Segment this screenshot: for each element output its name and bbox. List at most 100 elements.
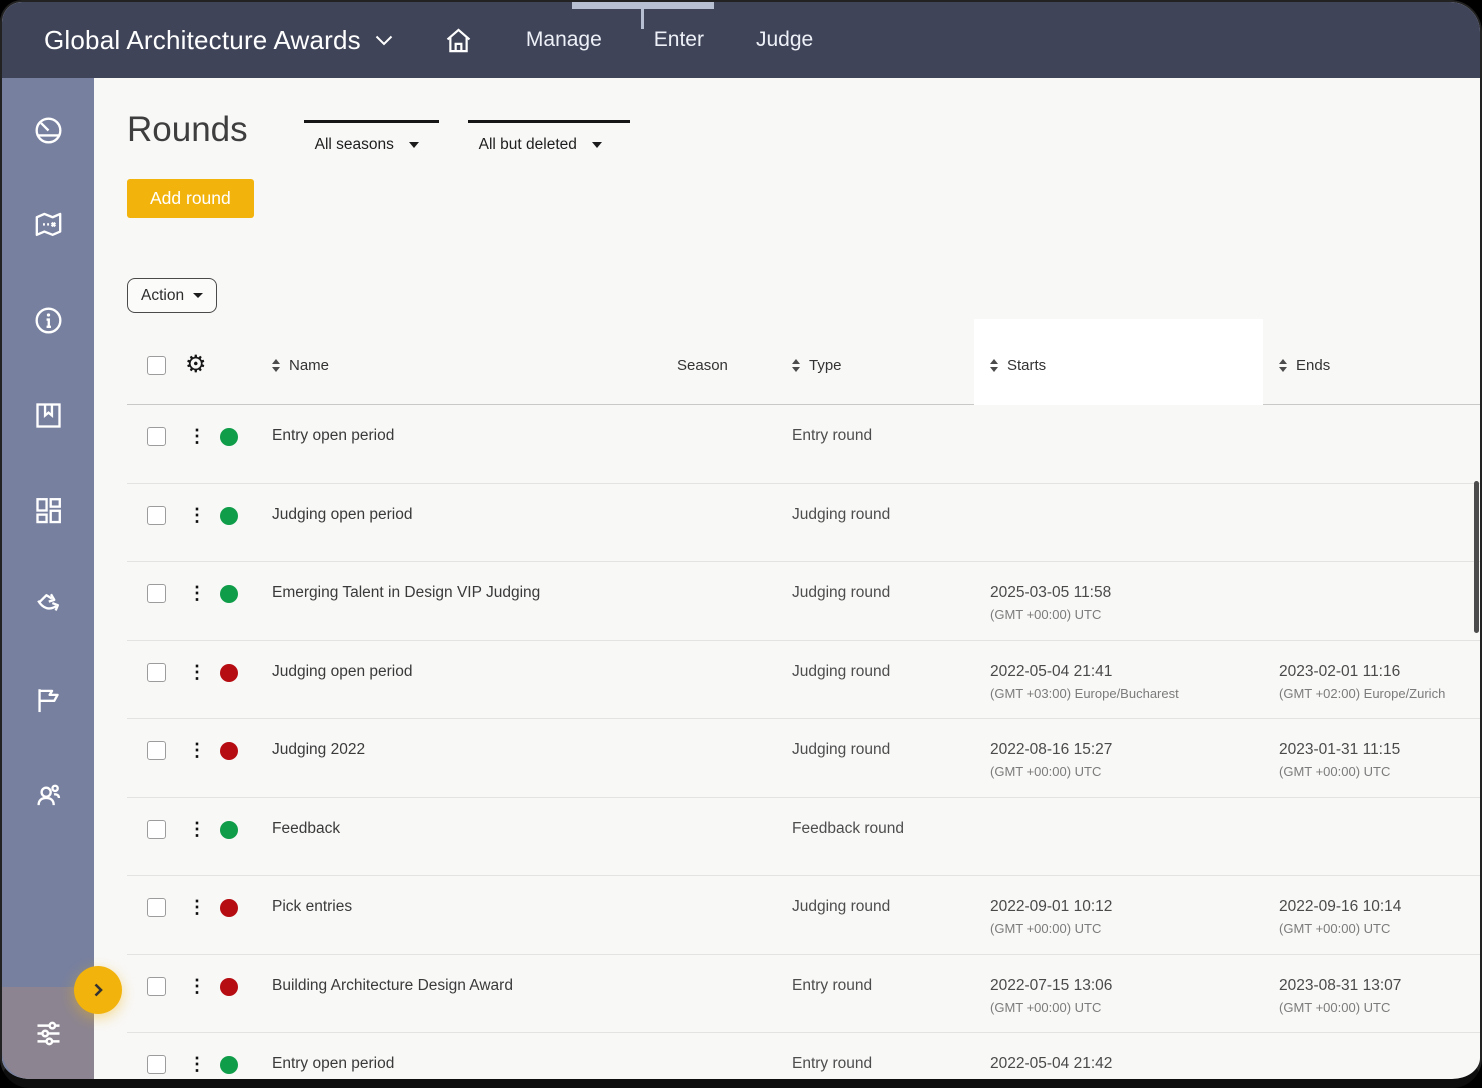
flow-arrow-icon[interactable] (32, 589, 65, 622)
round-type: Judging round (792, 663, 990, 681)
round-ends (1279, 427, 1480, 432)
nav-item-manage[interactable]: Manage (526, 28, 602, 52)
round-type: Feedback round (792, 820, 990, 838)
table-row[interactable]: ⋮ Pick entries Judging round 2022-09-01 … (127, 876, 1480, 955)
nav-item-enter[interactable]: Enter (654, 28, 704, 52)
status-dot (220, 585, 238, 603)
active-tab-indicator (572, 2, 714, 9)
row-checkbox[interactable] (147, 663, 166, 682)
gauge-icon[interactable] (32, 114, 65, 147)
round-name[interactable]: Judging 2022 (272, 741, 677, 759)
season-filter-select[interactable]: All seasons (304, 120, 439, 154)
caret-down-icon (409, 142, 419, 148)
row-menu-kebab-icon[interactable]: ⋮ (185, 820, 220, 839)
round-type: Entry round (792, 427, 990, 445)
round-ends (1279, 506, 1480, 511)
table-body: ⋮ Entry open period Entry round ⋮ Judgin… (127, 405, 1480, 1079)
round-starts: 2022-05-04 21:41(GMT +03:00) Europe/Buch… (990, 663, 1279, 701)
round-type: Judging round (792, 898, 990, 916)
round-type: Judging round (792, 741, 990, 759)
row-menu-kebab-icon[interactable]: ⋮ (185, 741, 220, 760)
status-dot (220, 1056, 238, 1074)
chevron-right-icon (86, 978, 110, 1002)
action-button[interactable]: Action (127, 278, 217, 313)
caret-down-icon (592, 142, 602, 148)
row-menu-kebab-icon[interactable]: ⋮ (185, 1055, 220, 1074)
account-switcher[interactable]: Global Architecture Awards (44, 25, 393, 56)
table-row[interactable]: ⋮ Judging open period Judging round 2022… (127, 641, 1480, 720)
status-dot (220, 899, 238, 917)
round-type: Entry round (792, 977, 990, 995)
round-name[interactable]: Emerging Talent in Design VIP Judging (272, 584, 677, 602)
table-row[interactable]: ⋮ Judging 2022 Judging round 2022-08-16 … (127, 719, 1480, 798)
row-menu-kebab-icon[interactable]: ⋮ (185, 977, 220, 996)
row-menu-kebab-icon[interactable]: ⋮ (185, 584, 220, 603)
round-ends (1279, 820, 1480, 825)
table-row[interactable]: ⋮ Judging open period Judging round (127, 484, 1480, 563)
bookmark-box-icon[interactable] (32, 399, 65, 432)
row-menu-kebab-icon[interactable]: ⋮ (185, 898, 220, 917)
home-icon[interactable] (443, 25, 474, 56)
select-all-checkbox[interactable] (147, 356, 166, 375)
column-header-type[interactable]: Type (792, 357, 990, 374)
row-checkbox[interactable] (147, 427, 166, 446)
row-checkbox[interactable] (147, 820, 166, 839)
round-starts: 2022-05-04 21:42(GMT +02:00) Europe/Belg… (990, 1055, 1279, 1079)
round-name[interactable]: Feedback (272, 820, 677, 838)
round-name[interactable]: Judging open period (272, 506, 677, 524)
round-type: Entry round (792, 1055, 990, 1073)
status-filter-select[interactable]: All but deleted (468, 120, 630, 154)
sliders-icon[interactable] (32, 1017, 65, 1050)
table-row[interactable]: ⋮ Feedback Feedback round (127, 798, 1480, 877)
row-checkbox[interactable] (147, 741, 166, 760)
round-starts: 2022-08-16 15:27(GMT +00:00) UTC (990, 741, 1279, 779)
round-ends: 2023-08-31 13:07(GMT +00:00) UTC (1279, 977, 1480, 1015)
column-header-ends[interactable]: Ends (1279, 357, 1480, 374)
row-checkbox[interactable] (147, 506, 166, 525)
sort-icon (1279, 359, 1287, 372)
round-starts (990, 820, 1279, 825)
status-dot (220, 428, 238, 446)
row-menu-kebab-icon[interactable]: ⋮ (185, 427, 220, 446)
round-starts: 2022-09-01 10:12(GMT +00:00) UTC (990, 898, 1279, 936)
chevron-down-icon (375, 35, 393, 46)
top-nav: Global Architecture Awards Manage Enter … (2, 2, 1480, 78)
round-type: Judging round (792, 584, 990, 602)
round-name[interactable]: Entry open period (272, 427, 677, 445)
row-checkbox[interactable] (147, 584, 166, 603)
column-header-name[interactable]: Name (272, 357, 677, 374)
users-icon[interactable] (32, 779, 65, 812)
sidebar-expand-button[interactable] (74, 966, 122, 1014)
nav-item-judge[interactable]: Judge (756, 28, 813, 52)
round-name[interactable]: Building Architecture Design Award (272, 977, 677, 995)
round-name[interactable]: Pick entries (272, 898, 677, 916)
map-icon[interactable] (32, 209, 65, 242)
gear-icon[interactable]: ⚙ (185, 355, 220, 375)
rounds-table: ⚙ Name Season Type Starts (127, 326, 1480, 1079)
table-row[interactable]: ⋮ Entry open period Entry round (127, 405, 1480, 484)
row-checkbox[interactable] (147, 977, 166, 996)
round-name[interactable]: Entry open period (272, 1055, 677, 1073)
table-row[interactable]: ⋮ Entry open period Entry round 2022-05-… (127, 1033, 1480, 1079)
round-starts: 2022-07-15 13:06(GMT +00:00) UTC (990, 977, 1279, 1015)
column-header-season[interactable]: Season (677, 357, 792, 374)
row-menu-kebab-icon[interactable]: ⋮ (185, 663, 220, 682)
row-menu-kebab-icon[interactable]: ⋮ (185, 506, 220, 525)
dashboard-icon[interactable] (32, 494, 65, 527)
action-button-label: Action (141, 287, 184, 305)
info-icon[interactable] (32, 304, 65, 337)
table-row[interactable]: ⋮ Building Architecture Design Award Ent… (127, 955, 1480, 1034)
table-row[interactable]: ⋮ Emerging Talent in Design VIP Judging … (127, 562, 1480, 641)
round-name[interactable]: Judging open period (272, 663, 677, 681)
row-checkbox[interactable] (147, 1055, 166, 1074)
account-name: Global Architecture Awards (44, 25, 361, 56)
row-checkbox[interactable] (147, 898, 166, 917)
round-ends: 2023-01-31 11:15(GMT +00:00) UTC (1279, 741, 1480, 779)
vertical-scrollbar-thumb[interactable] (1474, 481, 1479, 633)
flag-icon[interactable] (32, 684, 65, 717)
column-header-starts[interactable]: Starts (990, 357, 1279, 374)
sort-icon (990, 359, 998, 372)
round-ends (1279, 1055, 1480, 1060)
caret-down-icon (193, 293, 203, 298)
add-round-button[interactable]: Add round (127, 179, 254, 218)
